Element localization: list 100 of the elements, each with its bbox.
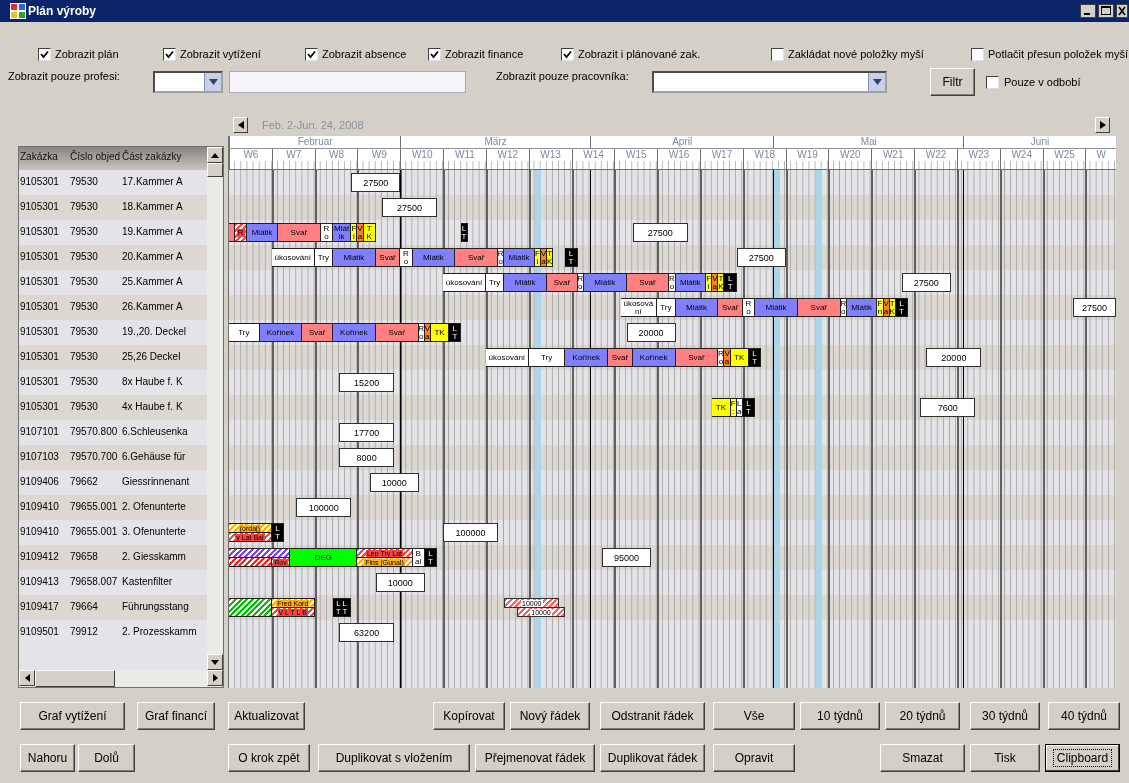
task-block[interactable]: Try bbox=[528, 348, 566, 367]
checkbox[interactable] bbox=[38, 47, 51, 61]
amount-box[interactable]: 7600 bbox=[920, 398, 976, 417]
scroll-thumb[interactable] bbox=[207, 163, 223, 177]
filter-button[interactable]: Filtr bbox=[930, 68, 975, 96]
amount-box[interactable]: 15200 bbox=[339, 373, 395, 392]
task-block[interactable]: Try bbox=[657, 298, 676, 317]
maximize-icon[interactable] bbox=[1098, 4, 1114, 18]
table-row[interactable]: 9109412 79658 2. Giesskamm bbox=[19, 545, 207, 570]
task-block[interactable]: Kořínek bbox=[259, 323, 303, 342]
task-block[interactable]: F : bbox=[730, 398, 737, 417]
task-block[interactable]: Svař bbox=[375, 323, 419, 342]
action-button[interactable]: 30 týdnů bbox=[970, 702, 1040, 730]
task-block[interactable]: Svař bbox=[547, 273, 578, 292]
amount-box[interactable]: 100000 bbox=[443, 523, 499, 542]
action-button[interactable]: Opravit bbox=[713, 744, 795, 772]
action-button[interactable]: Dolů bbox=[78, 744, 135, 772]
task-block[interactable] bbox=[229, 598, 272, 617]
amount-box[interactable]: 8000 bbox=[339, 448, 395, 467]
amount-box[interactable]: 10000 bbox=[375, 573, 425, 592]
action-button[interactable]: Graf financí bbox=[137, 702, 215, 730]
table-row[interactable]: 9105301 79530 20.Kammer A bbox=[19, 245, 207, 270]
task-block[interactable]: Mlátik bbox=[675, 298, 719, 317]
task-block[interactable]: úkosování bbox=[271, 248, 315, 267]
input-field[interactable] bbox=[229, 71, 466, 93]
task-block[interactable]: Kořínek bbox=[333, 323, 376, 342]
horizontal-scrollbar[interactable] bbox=[19, 670, 223, 687]
table-row[interactable]: 9107103 79570.700 6.Gehäuse für bbox=[19, 445, 207, 470]
task-block[interactable]: Svař bbox=[277, 223, 321, 242]
task-block[interactable] bbox=[229, 548, 291, 558]
amount-box[interactable]: 27500 bbox=[632, 223, 688, 242]
action-button[interactable]: Nahoru bbox=[20, 744, 75, 772]
task-block[interactable]: Mlátik bbox=[675, 273, 707, 292]
task-block[interactable]: F n bbox=[877, 298, 884, 317]
action-button[interactable]: Odstranit řádek bbox=[600, 702, 705, 730]
amount-box[interactable]: 20000 bbox=[626, 323, 676, 342]
task-block[interactable]: TK bbox=[712, 398, 731, 417]
column-header[interactable]: Část zakázky bbox=[121, 147, 207, 170]
task-block[interactable]: úkosování bbox=[620, 298, 658, 317]
checkbox[interactable] bbox=[428, 47, 441, 61]
table-row[interactable]: 9105301 79530 4x Haube f. K bbox=[19, 395, 207, 420]
action-button[interactable]: Aktualizovat bbox=[228, 702, 305, 730]
table-row[interactable]: 9105301 79530 25,26 Deckel bbox=[19, 345, 207, 370]
action-button[interactable]: Clipboard bbox=[1045, 744, 1120, 772]
action-button[interactable]: Duplikovat řádek bbox=[600, 744, 705, 772]
action-button[interactable]: Duplikovat s vložením bbox=[318, 744, 470, 772]
action-button[interactable]: Graf vytížení bbox=[20, 702, 125, 730]
task-block[interactable]: Svař bbox=[626, 273, 670, 292]
column-header[interactable]: Číslo objed bbox=[69, 147, 121, 170]
scroll-thumb[interactable] bbox=[35, 670, 115, 687]
checkbox[interactable] bbox=[305, 47, 318, 61]
action-button[interactable]: 10 týdnů bbox=[800, 702, 880, 730]
task-block[interactable]: R o bbox=[840, 298, 847, 317]
task-block[interactable]: Try bbox=[229, 323, 260, 342]
amount-box[interactable]: 27500 bbox=[1073, 298, 1116, 317]
task-block[interactable]: Mlátik bbox=[755, 298, 798, 317]
task-block[interactable]: Mlátik bbox=[412, 248, 456, 267]
task-block[interactable]: úkosování bbox=[443, 273, 486, 292]
task-block[interactable]: R o bbox=[669, 273, 676, 292]
minimize-icon[interactable] bbox=[1080, 4, 1096, 18]
amount-box[interactable]: 27500 bbox=[736, 248, 786, 267]
action-button[interactable]: Kopírovat bbox=[433, 702, 505, 730]
next-button[interactable] bbox=[1095, 117, 1110, 133]
amount-box[interactable]: 27500 bbox=[351, 173, 401, 192]
task-block[interactable]: T K bbox=[889, 298, 896, 317]
task-block[interactable]: Svař bbox=[718, 298, 743, 317]
checkbox[interactable] bbox=[771, 47, 784, 61]
table-row[interactable]: 9105301 79530 26.Kammer A bbox=[19, 295, 207, 320]
action-button[interactable]: O krok zpět bbox=[228, 744, 310, 772]
action-button[interactable]: Vše bbox=[713, 702, 795, 730]
task-block[interactable]: Mlátik bbox=[333, 248, 376, 267]
task-block[interactable]: L T bbox=[461, 223, 468, 242]
amount-box[interactable]: 17700 bbox=[339, 423, 395, 442]
task-block[interactable]: Mlátik bbox=[504, 273, 548, 292]
amount-box[interactable]: 27500 bbox=[381, 198, 437, 217]
close-icon[interactable] bbox=[1116, 4, 1128, 18]
profession-dropdown[interactable] bbox=[153, 71, 223, 93]
task-block[interactable]: Mlátik bbox=[846, 298, 878, 317]
task-block[interactable]: Svař bbox=[675, 348, 719, 367]
task-block[interactable]: L T bbox=[724, 273, 737, 292]
table-row[interactable]: 9105301 79530 18.Kammer A bbox=[19, 195, 207, 220]
task-block[interactable]: V a bbox=[724, 348, 731, 367]
action-button[interactable]: Přejmenovat řádek bbox=[475, 744, 595, 772]
amount-box[interactable]: 20000 bbox=[926, 348, 982, 367]
task-block[interactable]: Svař bbox=[797, 298, 841, 317]
task-block[interactable]: Mlátik bbox=[583, 273, 627, 292]
task-block[interactable]: Svař bbox=[455, 248, 499, 267]
task-block[interactable]: Mlátik bbox=[504, 248, 535, 267]
amount-box[interactable]: 100000 bbox=[296, 498, 352, 517]
task-block[interactable]: T K bbox=[547, 248, 554, 267]
task-block[interactable]: Mlátik bbox=[247, 223, 278, 242]
task-block[interactable]: V a bbox=[357, 223, 364, 242]
action-button[interactable]: 20 týdnů bbox=[885, 702, 960, 730]
action-button[interactable]: Nový řádek bbox=[510, 702, 590, 730]
task-block[interactable]: L a bbox=[736, 398, 743, 417]
task-block[interactable]: F i bbox=[534, 248, 541, 267]
task-block[interactable]: DEG bbox=[290, 548, 358, 567]
task-block[interactable]: R o bbox=[577, 273, 584, 292]
task-block[interactable]: Kořínek bbox=[565, 348, 609, 367]
task-block[interactable] bbox=[229, 223, 236, 242]
